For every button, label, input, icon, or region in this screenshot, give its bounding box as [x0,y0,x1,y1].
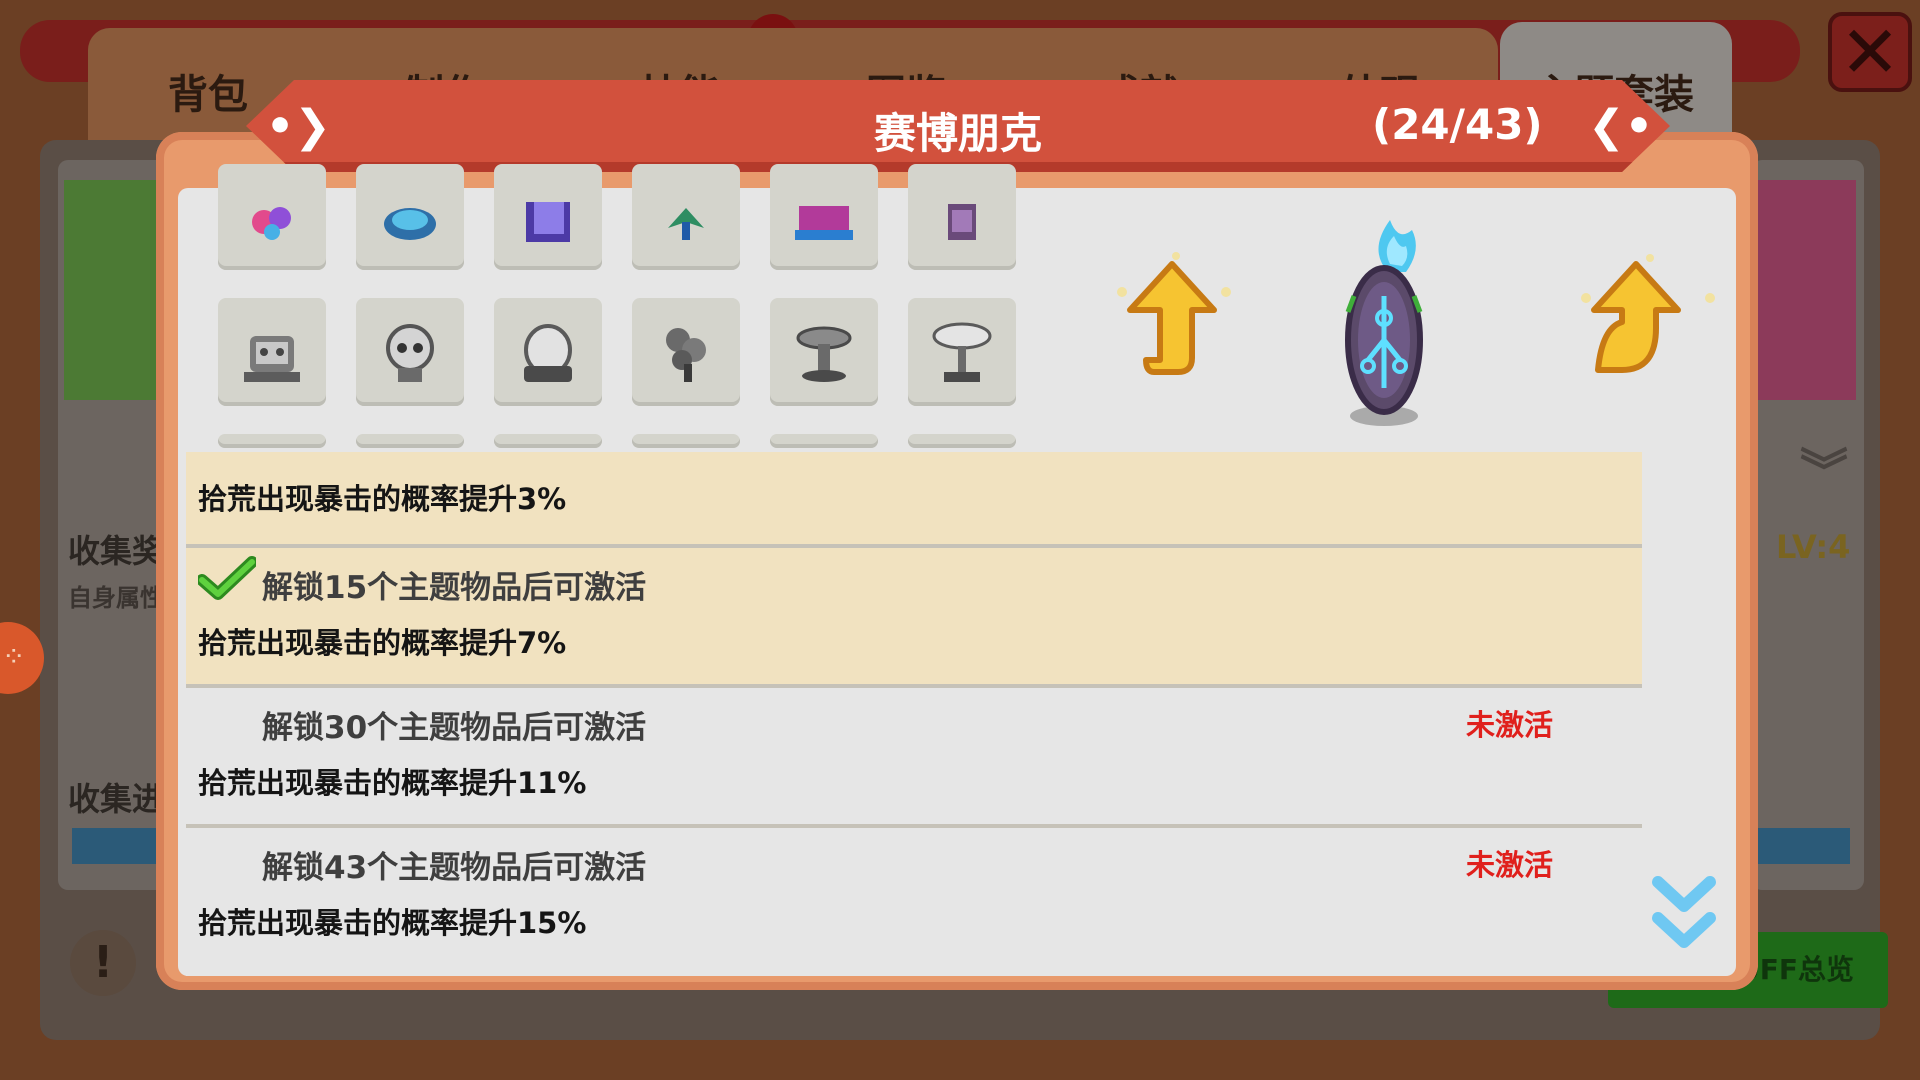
item-slot[interactable] [770,434,878,448]
bonus-row: 拾荒出现暴击的概率提升3% [186,452,1642,544]
skull-statue-icon [356,298,464,406]
item-slot[interactable] [356,164,464,270]
item-slot[interactable] [494,298,602,406]
bonus-condition: 解锁43个主题物品后可激活 [262,850,647,886]
bonus-effect: 拾荒出现暴击的概率提升7% [198,626,567,660]
item-slot[interactable] [632,164,740,270]
bonus-effect: 拾荒出现暴击的概率提升15% [198,906,587,940]
title-ribbon: 赛博朋克 (24/43) [246,80,1670,172]
preview-art [1117,220,1715,426]
bench-item-icon [770,164,878,270]
bonus-condition: 解锁30个主题物品后可激活 [262,710,647,746]
item-slot[interactable] [356,434,464,448]
item-slot[interactable] [908,298,1016,406]
dome-statue-icon [494,298,602,406]
helmet-item-icon [356,164,464,270]
bonus-row: 解锁43个主题物品后可激活 未激活 拾荒出现暴击的概率提升15% [186,828,1642,976]
collect-reward-label: 收集奖 [68,532,165,570]
item-slot[interactable] [770,164,878,270]
item-slot[interactable] [494,164,602,270]
arrow-left-icon[interactable]: •❯ [266,104,331,150]
item-slot[interactable] [218,434,326,448]
cyber-shield-icon [1345,220,1423,426]
crate-item-icon [494,164,602,270]
collect-progress-label: 收集进 [68,780,165,818]
bonus-effect: 拾荒出现暴击的概率提升11% [198,766,587,800]
left-card-image [64,180,164,400]
upgrade-arrow-icon [1117,252,1231,375]
status-inactive-label: 未激活 [1466,708,1554,742]
item-slot[interactable] [632,434,740,448]
table-statue-icon [770,298,878,406]
checkmark-icon [198,556,256,600]
item-slot[interactable] [218,164,326,270]
item-slot[interactable] [908,434,1016,448]
flower-item-icon [218,164,326,270]
collection-count: (24/43) [1372,100,1543,149]
item-slot[interactable] [218,298,326,406]
dots-icon: ⁘ [2,640,26,673]
item-slot[interactable] [494,434,602,448]
tree-statue-icon [632,298,740,406]
right-card-image [1756,180,1856,400]
item-slot[interactable] [908,164,1016,270]
set-preview [1050,200,1730,440]
chevron-down-icon[interactable] [1652,872,1716,956]
lamp-statue-icon [908,298,1016,406]
item-slot[interactable] [770,298,878,406]
item-slot[interactable] [632,298,740,406]
bonus-condition: 解锁15个主题物品后可激活 [262,570,647,606]
level-label: LV:4 [1776,528,1851,566]
item-slot[interactable] [356,298,464,406]
bonus-list: 拾荒出现暴击的概率提升3% 解锁15个主题物品后可激活 拾荒出现暴击的概率提升7… [186,452,1644,976]
chevron-down-icon[interactable]: ︾ [1800,432,1848,502]
progress-bar-right [1750,828,1850,864]
info-icon[interactable]: ! [70,930,136,996]
box-item-icon [908,164,1016,270]
robot-statue-icon [218,298,326,406]
self-attribute-label: 自身属性 [68,584,164,612]
status-inactive-label: 未激活 [1466,848,1554,882]
bonus-effect: 拾荒出现暴击的概率提升3% [198,482,567,516]
arrow-right-icon[interactable]: ❮• [1588,104,1653,150]
plant-item-icon [632,164,740,270]
bonus-row: 解锁15个主题物品后可激活 拾荒出现暴击的概率提升7% [186,548,1642,684]
close-icon[interactable]: ✕ [1828,12,1912,92]
bonus-row: 解锁30个主题物品后可激活 未激活 拾荒出现暴击的概率提升11% [186,688,1642,824]
upgrade-arrow-icon [1581,254,1715,373]
tab-backpack[interactable]: 背包 [168,62,248,120]
